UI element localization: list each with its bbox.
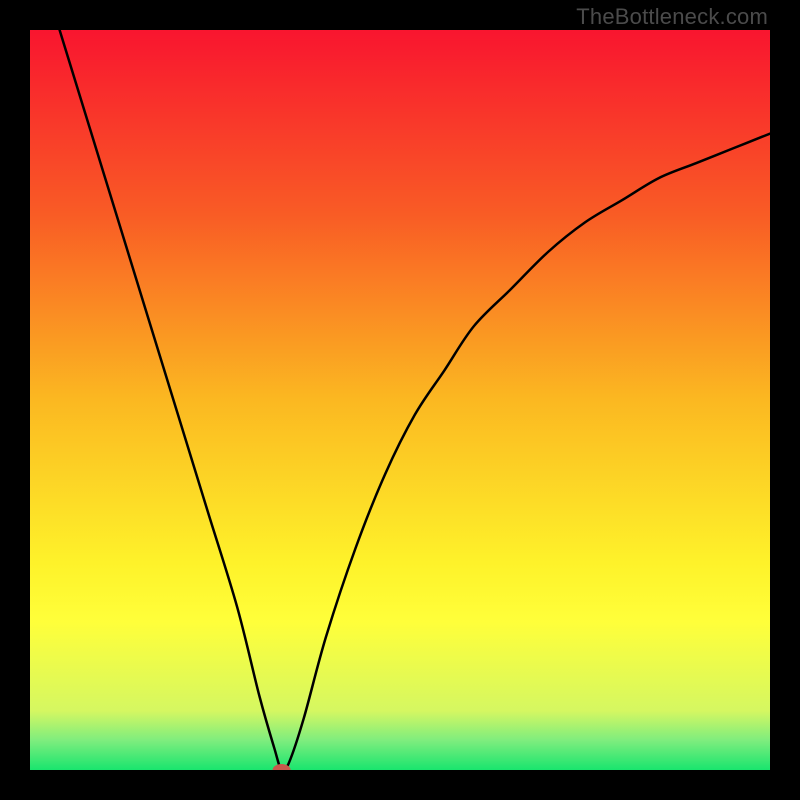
watermark-text: TheBottleneck.com (576, 4, 768, 30)
bottleneck-curve (60, 30, 770, 770)
chart-plot (30, 30, 770, 770)
